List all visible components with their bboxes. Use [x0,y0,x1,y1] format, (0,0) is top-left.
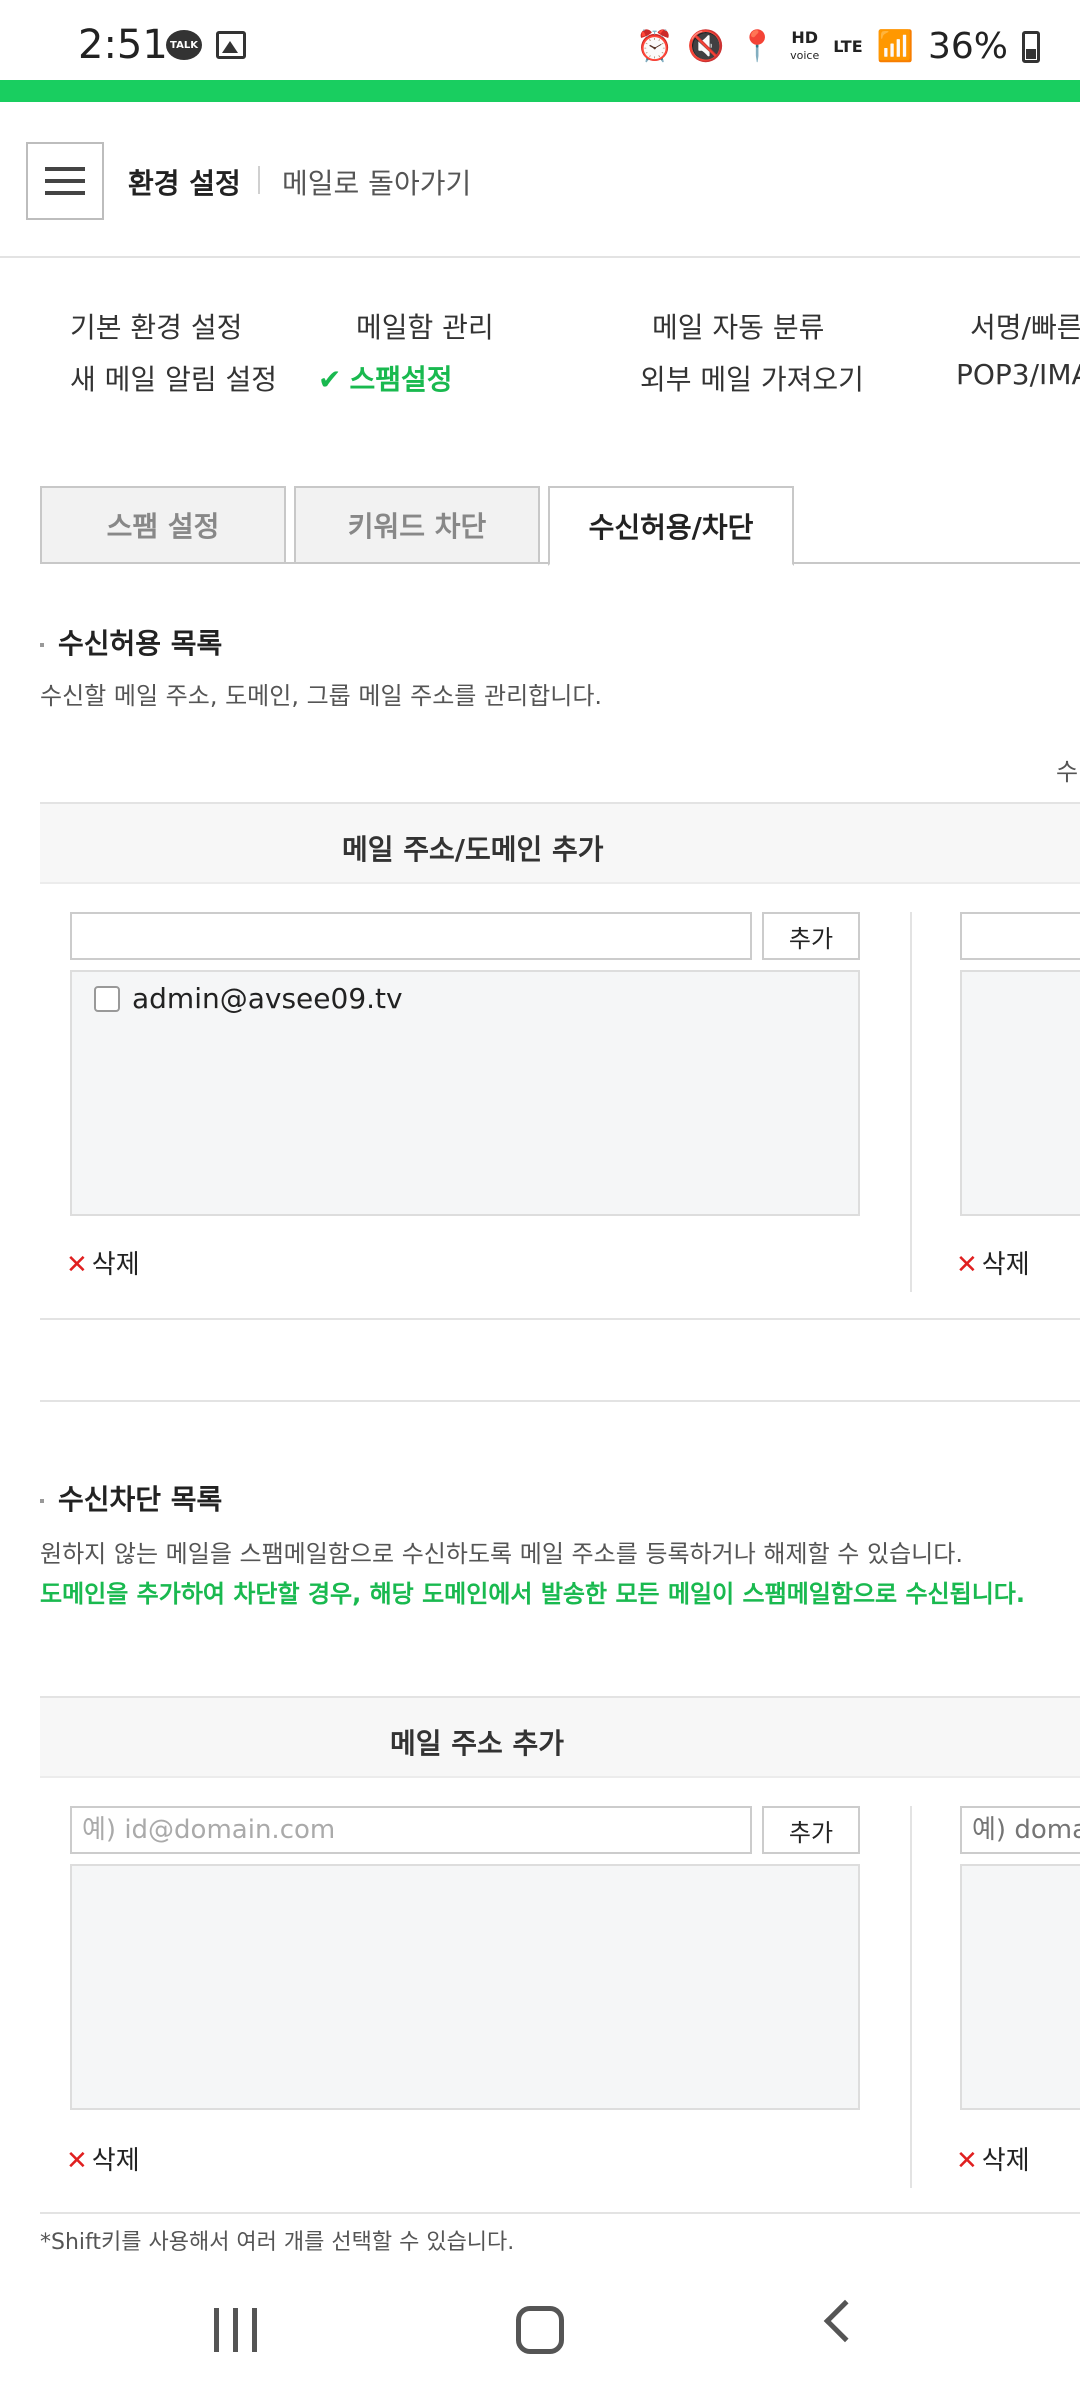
delete-x-icon: ✕ [66,1250,88,1280]
status-bar: 2:51 TALK ⏰ 🔇 📍 HD voice LTE 📶 36% [0,0,1080,80]
tab-keyword-block[interactable]: 키워드 차단 [294,486,540,564]
delete-x-icon: ✕ [956,1250,978,1280]
block-delete-button[interactable]: ✕ 삭제 [66,2140,140,2177]
allow-list-right-text: 수 [1056,758,1079,786]
section-divider [40,1400,1080,1402]
settings-nav: 기본 환경 설정 메일함 관리 메일 자동 분류 서명/빠른 새 메일 알림 설… [0,300,1080,410]
block-address-input[interactable] [70,1806,752,1854]
alarm-icon: ⏰ [636,29,674,64]
signal-icon: 📶 [876,29,914,64]
allow-add-button[interactable]: 추가 [762,912,860,960]
recent-icon-bar [214,2308,219,2352]
allow-group-list[interactable] [960,970,1080,1216]
header-divider [258,166,260,194]
shift-footnote: *Shift키를 사용해서 여러 개를 선택할 수 있습니다. [40,2230,515,2255]
nav-pop3-imap[interactable]: POP3/IMA [956,358,1080,391]
nav-mailbox-management[interactable]: 메일함 관리 [356,306,494,346]
block-domain-delete-button[interactable]: ✕ 삭제 [956,2140,1030,2177]
allow-delete-button[interactable]: ✕ 삭제 [66,1244,140,1281]
block-section-bottom-line [40,2212,1080,2214]
page-header: 환경 설정 메일로 돌아가기 [0,102,1080,258]
block-domain-input[interactable] [960,1806,1080,1854]
allow-list-title: 수신허용 목록 [40,622,222,662]
brand-bar [0,80,1080,102]
allow-panel-title: 메일 주소/도메인 추가 [342,833,604,866]
allow-panel-header: 메일 주소/도메인 추가 [40,802,1080,884]
tab-allow-block[interactable]: 수신허용/차단 [548,486,794,566]
system-icons: ⏰ 🔇 📍 HD voice LTE 📶 36% [636,26,1040,67]
lte-icon: LTE [833,36,863,56]
mute-icon: 🔇 [687,29,725,64]
allow-section-bottom-line [40,1318,1080,1320]
allow-group-input[interactable] [960,912,1080,960]
block-column-divider [910,1806,912,2188]
recent-apps-button[interactable] [214,2308,257,2352]
spam-tabs: 스팸 설정 키워드 차단 수신허용/차단 [40,486,1080,566]
block-list-warning: 도메인을 추가하여 차단할 경우, 해당 도메인에서 발송한 모든 메일이 스팸… [40,1580,1025,1608]
menu-icon-line [45,191,85,195]
nav-spam-settings[interactable]: ✔ 스팸설정 [318,358,453,398]
tab-spam-settings[interactable]: 스팸 설정 [40,486,286,564]
entry-address: admin@avsee09.tv [132,982,403,1015]
block-panel-header: 메일 주소 추가 [40,1696,1080,1778]
block-list-description: 원하지 않는 메일을 스팸메일함으로 수신하도록 메일 주소를 등록하거나 해제… [40,1540,963,1568]
allow-group-delete-button[interactable]: ✕ 삭제 [956,1244,1030,1281]
nav-basic-settings[interactable]: 기본 환경 설정 [70,306,242,346]
allow-column-divider [910,912,912,1292]
allow-list-description: 수신할 메일 주소, 도메인, 그룹 메일 주소를 관리합니다. [40,682,603,710]
battery-icon [1022,30,1040,63]
menu-icon-line [45,167,85,171]
allow-address-input[interactable] [70,912,752,960]
system-nav-bar [0,2268,1080,2400]
recent-icon-bar [252,2308,257,2352]
block-panel-title: 메일 주소 추가 [390,1727,565,1760]
allow-address-list[interactable]: admin@avsee09.tv [70,970,860,1216]
list-item[interactable]: admin@avsee09.tv [94,982,403,1015]
nav-new-mail-alert[interactable]: 새 메일 알림 설정 [70,358,277,398]
block-domain-list[interactable] [960,1864,1080,2110]
nav-external-mail[interactable]: 외부 메일 가져오기 [640,358,864,398]
delete-x-icon: ✕ [956,2146,978,2176]
nav-signature[interactable]: 서명/빠른 [970,306,1080,346]
hamburger-menu-button[interactable] [26,142,104,220]
battery-percent: 36% [927,26,1008,67]
check-icon: ✔ [318,363,342,396]
hd-voice-icon: HD voice [790,27,820,62]
back-button[interactable] [823,2299,867,2343]
nav-auto-sort[interactable]: 메일 자동 분류 [652,306,824,346]
block-add-button[interactable]: 추가 [762,1806,860,1854]
gallery-icon [216,31,246,59]
back-to-mail-link[interactable]: 메일로 돌아가기 [282,162,471,202]
block-list-title: 수신차단 목록 [40,1478,222,1518]
page-title: 환경 설정 [128,167,241,200]
status-time: 2:51 [78,22,168,68]
notification-icons: TALK [166,30,246,60]
home-button[interactable] [516,2306,564,2354]
menu-icon-line [45,179,85,183]
block-address-list[interactable] [70,1864,860,2110]
entry-checkbox[interactable] [94,985,120,1012]
delete-x-icon: ✕ [66,2146,88,2176]
kakaotalk-icon: TALK [166,30,202,60]
recent-icon-bar [233,2308,238,2352]
location-icon: 📍 [738,29,777,64]
